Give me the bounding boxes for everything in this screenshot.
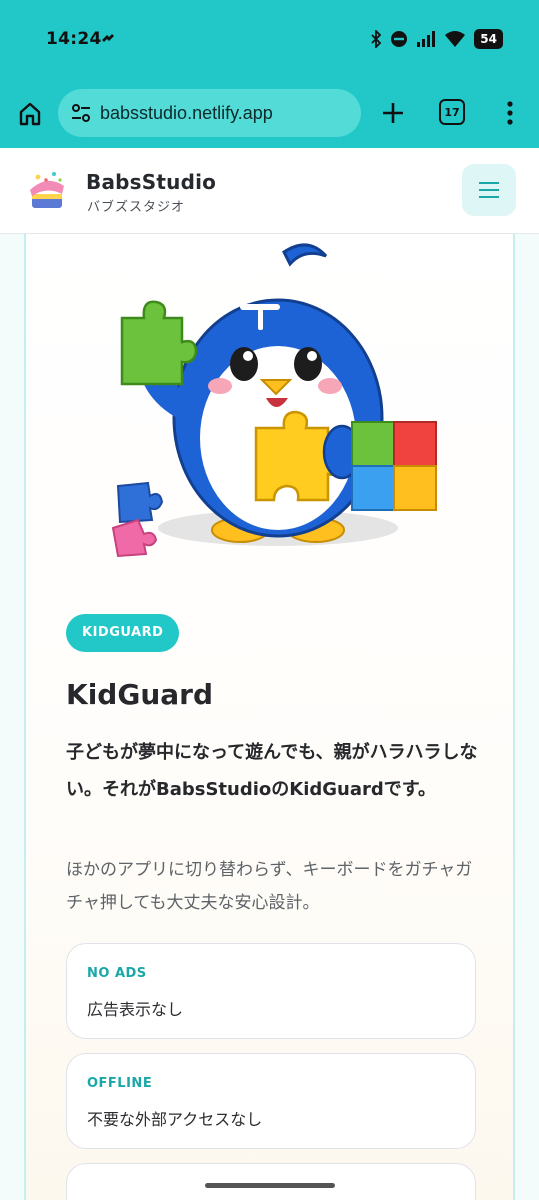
description-text: ほかのアプリに切り替わらず、キーボードをガチャガチャ押しても大丈夫な安心設計。 — [66, 860, 473, 913]
brand-subtitle: バブズスタジオ — [87, 200, 186, 215]
menu-button[interactable] — [462, 164, 516, 216]
product-badge: KIDGUARD — [66, 614, 180, 652]
notification-icon — [102, 34, 114, 42]
feature-text: 不要な外部アクセスなし — [87, 1110, 263, 1129]
feature-label: NO ADS — [87, 966, 147, 981]
penguin-mascot-illustration — [111, 243, 437, 558]
wifi-icon — [445, 31, 466, 47]
feature-card-partial — [66, 1163, 476, 1200]
gesture-navigation-bar[interactable] — [205, 1183, 335, 1188]
feature-card-offline: OFFLINE 不要な外部アクセスなし — [66, 1053, 476, 1149]
browser-toolbar: babsstudio.netlify.app 17 — [0, 80, 539, 148]
address-bar[interactable]: babsstudio.netlify.app — [58, 89, 361, 137]
tab-switcher-button[interactable]: 17 — [439, 99, 465, 125]
lead-text: 子どもが夢中になって遊んでも、親がハラハラしない。それがBabsStudioのK… — [66, 742, 478, 800]
url-text: babsstudio.netlify.app — [100, 102, 273, 123]
product-card: KIDGUARD KidGuard 子どもが夢中になって遊んでも、親がハラハラし… — [24, 234, 515, 1200]
feature-label: OFFLINE — [87, 1076, 153, 1091]
status-bar: 14:24 54 — [0, 0, 539, 80]
more-menu-icon[interactable] — [500, 98, 520, 128]
status-time: 14:24 — [46, 29, 102, 49]
brand-name[interactable]: BabsStudio — [86, 170, 216, 194]
bluetooth-icon — [371, 30, 382, 48]
battery-level: 54 — [474, 29, 503, 49]
hamburger-icon — [479, 182, 499, 198]
site-settings-icon[interactable] — [70, 102, 92, 124]
home-icon — [19, 102, 41, 126]
home-button[interactable] — [14, 98, 46, 130]
brand-logo[interactable] — [24, 168, 70, 214]
do-not-disturb-icon — [391, 31, 408, 47]
signal-icon — [417, 31, 436, 47]
feature-card-no-ads: NO ADS 広告表示なし — [66, 943, 476, 1039]
new-tab-icon[interactable] — [378, 98, 408, 128]
site-header: BabsStudio バブズスタジオ — [0, 148, 539, 234]
page-title: KidGuard — [66, 678, 213, 711]
feature-text: 広告表示なし — [87, 1000, 184, 1019]
